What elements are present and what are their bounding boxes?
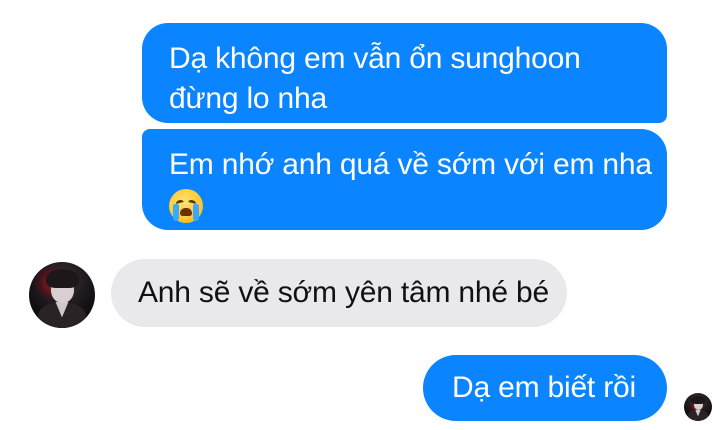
sent-message-bubble[interactable]: Dạ không em vẫn ổn sunghoon đừng lo nha [142,23,667,123]
message-text-line: Dạ không em vẫn ổn sunghoon [169,42,581,75]
sent-message-bubble[interactable]: Em nhớ anh quá về sớm với em nha [142,129,667,230]
seen-avatar [684,393,712,421]
message-text-line: Dạ em biết rồi [452,371,636,404]
message-text-line: đừng lo nha [169,82,328,115]
message-text-line: Em nhớ anh quá về sớm với em nha [169,148,652,181]
message-text-line: Anh sẽ về sớm yên tâm nhé bé [138,276,549,309]
sent-message-bubble[interactable]: Dạ em biết rồi [423,355,667,421]
loudly-crying-face-icon [169,189,203,223]
message-thread: Dạ không em vẫn ổn sunghoon đừng lo nha … [0,0,720,430]
received-message-bubble[interactable]: Anh sẽ về sớm yên tâm nhé bé [111,259,567,327]
contact-avatar[interactable] [29,262,95,328]
